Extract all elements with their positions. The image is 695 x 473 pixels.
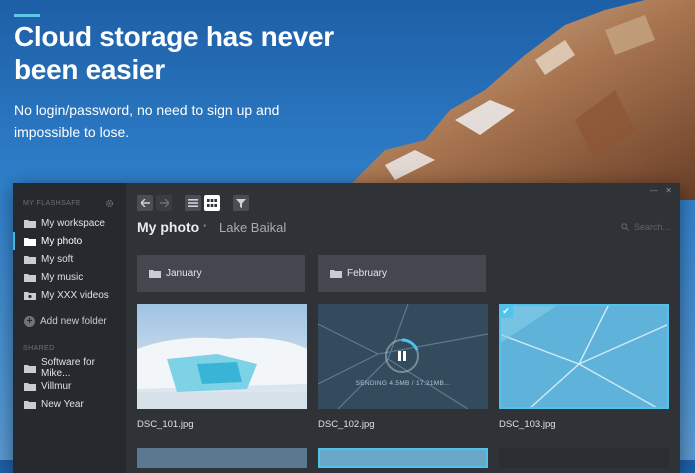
breadcrumb-separator: • [203, 221, 207, 232]
main-panel: — ✕ My photo • Lake Baikal Search... Jan… [126, 183, 680, 473]
file-thumbnail-dsc-103[interactable]: ✔ [499, 304, 669, 409]
breadcrumb-root[interactable]: My photo [137, 219, 199, 235]
forward-button[interactable] [156, 195, 172, 211]
close-icon[interactable]: ✕ [665, 186, 672, 195]
folder-card-january[interactable]: January [137, 255, 305, 292]
sidebar-item-label: Software for Mike... [41, 357, 95, 379]
sidebar-item-label: My workspace [41, 217, 105, 229]
file-thumbnail-partial[interactable] [499, 448, 669, 468]
sidebar-item-my-music[interactable]: My music [13, 268, 126, 286]
hero-accent-line [14, 14, 40, 17]
file-thumbnail-partial[interactable] [318, 448, 488, 468]
filter-button[interactable] [233, 195, 249, 211]
folder-icon [24, 255, 36, 264]
folder-icon [330, 270, 342, 278]
arrow-left-icon [140, 199, 150, 207]
sidebar-item-my-soft[interactable]: My soft [13, 250, 126, 268]
blue-ice-photo [499, 304, 669, 409]
sidebar-item-new-year[interactable]: New Year [13, 395, 126, 413]
file-thumbnail-dsc-102[interactable]: SENDING 4.5MB / 17.21MB... [318, 304, 488, 409]
checkmark-icon[interactable]: ✔ [499, 304, 513, 318]
grid-view-button[interactable] [204, 195, 220, 211]
search-input[interactable]: Search... [621, 222, 670, 232]
folder-icon [149, 270, 161, 278]
arrow-right-icon [159, 199, 169, 207]
folder-icon [24, 400, 36, 409]
folder-icon [24, 273, 36, 282]
sidebar: MY FLASHSAFE My workspace My photo My so… [13, 183, 126, 473]
sidebar-item-label: My XXX videos [41, 289, 109, 301]
pause-icon[interactable] [397, 351, 407, 361]
plus-icon: + [24, 315, 35, 327]
folder-icon [24, 364, 36, 373]
folder-icon [24, 237, 36, 246]
file-name: DSC_102.jpg [318, 419, 375, 430]
hero-subtitle: No login/password, no need to sign up an… [14, 102, 280, 140]
list-icon [188, 199, 198, 207]
folder-card-february[interactable]: February [318, 255, 486, 292]
shared-folder-icon [24, 291, 36, 300]
minimize-icon[interactable]: — [650, 186, 658, 195]
upload-status: SENDING 4.5MB / 17.21MB... [355, 380, 451, 387]
sidebar-item-label: My soft [41, 253, 74, 265]
sidebar-item-label: My music [41, 271, 84, 283]
sidebar-item-label: My photo [41, 235, 83, 247]
folder-label: February [347, 268, 388, 279]
file-thumbnail-dsc-101[interactable] [137, 304, 307, 409]
folder-label: January [166, 268, 202, 279]
list-view-button[interactable] [185, 195, 201, 211]
file-thumbnail-partial[interactable] [137, 448, 307, 468]
sidebar-item-my-xxx-videos[interactable]: My XXX videos [13, 286, 126, 304]
file-name: DSC_101.jpg [137, 419, 194, 430]
folder-icon [24, 382, 36, 391]
sidebar-item-label: Villmur [41, 380, 72, 392]
folder-icon [24, 219, 36, 228]
hero-title: Cloud storage has never been easier [14, 21, 334, 85]
breadcrumb-current: Lake Baikal [219, 220, 287, 235]
app-window: MY FLASHSAFE My workspace My photo My so… [13, 183, 680, 473]
sidebar-item-villmur[interactable]: Villmur [13, 377, 126, 395]
back-button[interactable] [137, 195, 153, 211]
sidebar-item-my-workspace[interactable]: My workspace [13, 214, 126, 232]
file-name: DSC_103.jpg [499, 419, 556, 430]
gear-icon[interactable] [105, 199, 114, 208]
sidebar-section-title: MY FLASHSAFE [23, 200, 81, 207]
sidebar-item-software-for-mike[interactable]: Software for Mike... [13, 357, 126, 379]
grid-icon [207, 199, 217, 207]
search-icon [621, 223, 629, 231]
shared-section-title: SHARED [23, 345, 55, 352]
add-folder-button[interactable]: + Add new folder [13, 312, 126, 330]
sidebar-item-my-photo[interactable]: My photo [13, 232, 128, 250]
filter-icon [236, 198, 246, 208]
ice-photo [137, 304, 307, 409]
add-folder-label: Add new folder [40, 315, 107, 327]
search-placeholder: Search... [633, 222, 670, 232]
sidebar-item-label: New Year [41, 398, 84, 410]
